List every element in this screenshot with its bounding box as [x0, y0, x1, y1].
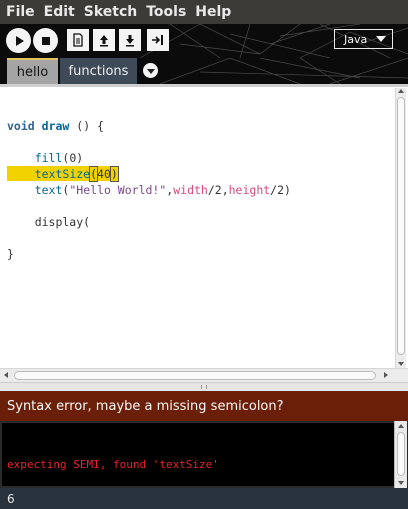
console[interactable]: expecting SEMI, found 'textSize'	[0, 421, 408, 488]
scroll-up-icon[interactable]	[398, 424, 404, 428]
console-line: expecting SEMI, found 'textSize'	[7, 458, 219, 471]
scroll-right-icon[interactable]	[384, 372, 388, 378]
code-line: display(	[7, 215, 91, 229]
code-token: )	[109, 166, 119, 182]
code-token: width	[173, 183, 208, 197]
scroll-thumb[interactable]	[14, 371, 376, 380]
scroll-down-icon[interactable]	[398, 481, 404, 485]
code-line: }	[7, 247, 14, 261]
open-button[interactable]	[93, 29, 115, 51]
menu-edit[interactable]: Edit	[44, 4, 75, 20]
menu-file[interactable]: File	[6, 4, 35, 20]
save-button[interactable]	[119, 29, 141, 51]
code-line: text("Hello World!",width/2,height/2)	[34, 183, 291, 197]
line-status-bar: 6	[0, 488, 408, 509]
menu-tools[interactable]: Tools	[146, 4, 186, 20]
toolbar: Java	[0, 24, 408, 58]
menu-sketch[interactable]: Sketch	[84, 4, 137, 20]
code-token: fill	[34, 151, 63, 165]
drag-handle-icon	[201, 385, 207, 389]
tab-hello[interactable]: hello	[7, 58, 58, 84]
chevron-down-icon	[146, 69, 155, 74]
code-token: text	[34, 183, 63, 197]
new-button[interactable]	[67, 29, 89, 51]
code-token: "Hello World!"	[69, 183, 167, 197]
code-token: textSize	[34, 167, 91, 181]
mode-label: Java	[344, 32, 368, 46]
save-icon	[126, 35, 134, 47]
open-icon	[100, 35, 108, 47]
chevron-down-icon	[376, 36, 386, 42]
scroll-left-icon[interactable]	[4, 372, 8, 378]
code-line: void draw () {	[7, 119, 104, 133]
tab-menu-button[interactable]	[143, 63, 158, 78]
code-line: fill(0)	[34, 151, 84, 165]
menu-bar: File Edit Sketch Tools Help	[0, 0, 408, 24]
new-icon	[73, 33, 83, 47]
scroll-up-icon[interactable]	[398, 89, 404, 93]
mode-selector[interactable]: Java	[334, 29, 393, 49]
scroll-down-icon[interactable]	[398, 362, 404, 366]
console-vertical-scrollbar[interactable]	[394, 421, 407, 488]
code-line: textSize(40)	[34, 166, 119, 182]
editor-vertical-scrollbar[interactable]	[395, 88, 406, 368]
editor-horizontal-scrollbar[interactable]	[0, 368, 408, 382]
stop-button[interactable]	[33, 28, 58, 53]
code-token: height	[228, 183, 271, 197]
export-button[interactable]	[147, 29, 169, 51]
panel-splitter[interactable]	[0, 382, 408, 391]
stop-icon	[41, 36, 50, 45]
code-token: draw	[41, 119, 70, 133]
error-status-bar: Syntax error, maybe a missing semicolon?	[0, 391, 408, 421]
error-message: Syntax error, maybe a missing semicolon?	[7, 398, 284, 414]
menu-help[interactable]: Help	[195, 4, 231, 20]
scroll-thumb[interactable]	[397, 432, 405, 476]
code-token: void	[7, 119, 35, 133]
code-token: (	[89, 166, 99, 182]
tab-bar: hello functions	[0, 58, 408, 84]
play-icon	[15, 35, 24, 46]
line-number: 6	[7, 491, 15, 506]
tab-functions[interactable]: functions	[60, 58, 137, 84]
export-icon	[152, 35, 163, 45]
run-button[interactable]	[6, 28, 31, 53]
code-editor[interactable]: void draw () { fill(0) textSize(40) text…	[0, 84, 408, 368]
scroll-thumb[interactable]	[397, 97, 405, 355]
